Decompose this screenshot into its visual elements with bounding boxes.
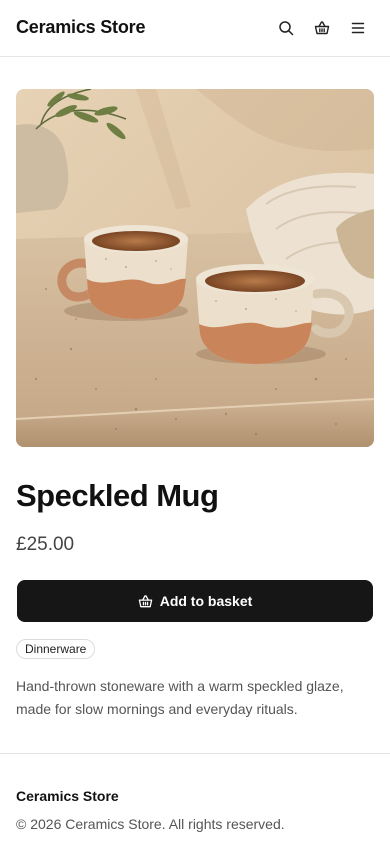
footer-store-name: Ceramics Store <box>16 788 119 804</box>
product-image <box>16 89 374 447</box>
add-to-basket-label: Add to basket <box>159 593 253 609</box>
menu-icon[interactable] <box>348 18 368 38</box>
category-tag[interactable]: Dinnerware <box>16 639 96 659</box>
site-footer: Ceramics Store © 2026 Ceramics Store. Al… <box>0 753 390 844</box>
product-price: £25.00 <box>16 534 75 555</box>
basket-icon <box>138 594 152 607</box>
footer-copyright: © 2026 Ceramics Store. All rights reserv… <box>16 816 285 832</box>
store-logo[interactable]: Ceramics Store <box>16 17 145 38</box>
site-header: Ceramics Store <box>0 0 390 57</box>
add-to-basket-button[interactable]: Add to basket <box>17 580 373 622</box>
search-icon[interactable] <box>276 18 296 38</box>
product-title: Speckled Mug <box>16 478 219 513</box>
product-description: Hand-thrown stoneware with a warm speckl… <box>16 678 344 717</box>
basket-icon[interactable] <box>312 18 332 38</box>
